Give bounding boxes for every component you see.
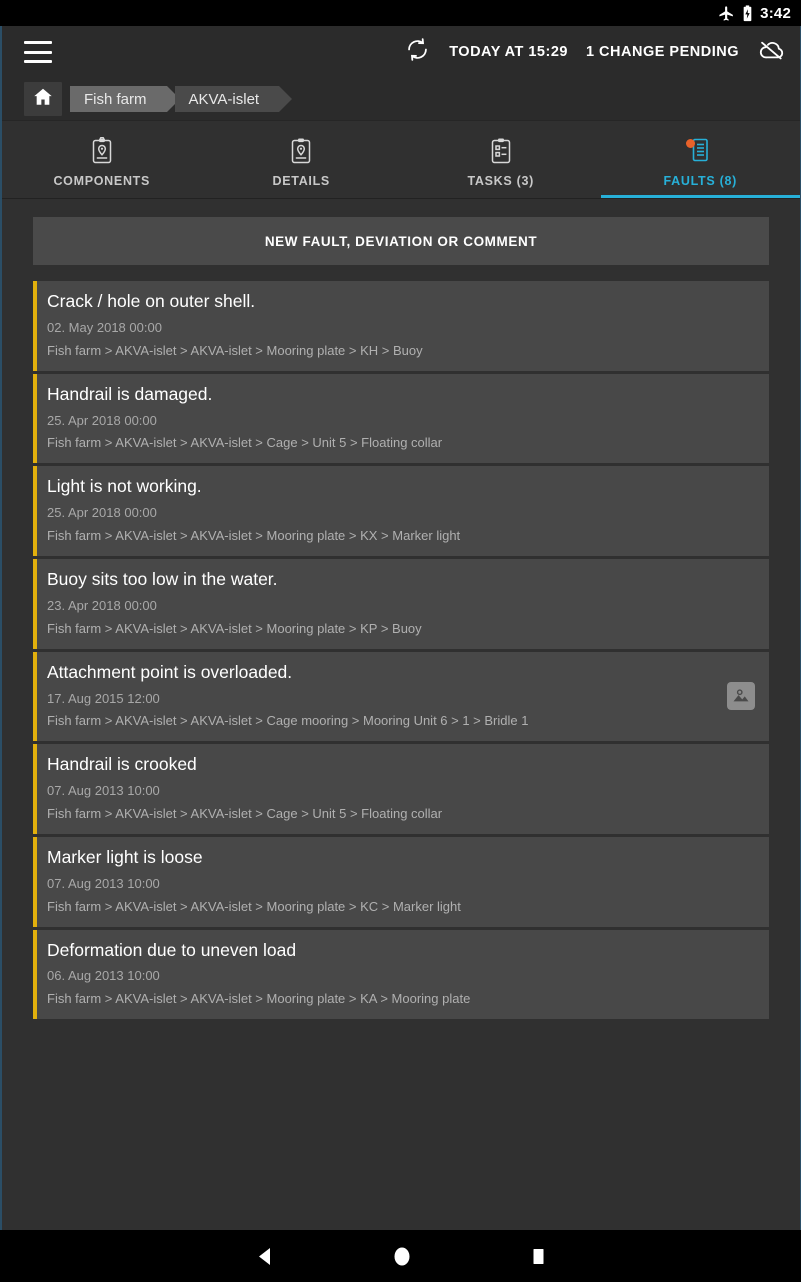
fault-date: 25. Apr 2018 00:00 <box>47 412 157 428</box>
cloud-off-icon[interactable] <box>757 35 786 69</box>
clipboard-pin-icon <box>89 136 115 165</box>
tab-tasks[interactable]: TASKS (3) <box>401 121 601 198</box>
fault-title: Deformation due to uneven load <box>47 939 297 960</box>
fault-list-item[interactable]: Handrail is crooked 07. Aug 2013 10:00 F… <box>33 744 769 834</box>
fault-list-item[interactable]: Handrail is damaged. 25. Apr 2018 00:00 … <box>33 373 769 464</box>
new-fault-button[interactable]: NEW FAULT, DEVIATION OR COMMENT <box>33 217 769 265</box>
sync-icon[interactable] <box>404 36 431 68</box>
fault-path: Fish farm > AKVA-islet > AKVA-islet > Ca… <box>47 713 529 729</box>
actionbar-status-group: TODAY AT 15:29 1 CHANGE PENDING <box>404 35 786 69</box>
pending-changes-label: 1 CHANGE PENDING <box>585 44 739 60</box>
fault-path: Fish farm > AKVA-islet > AKVA-islet > Mo… <box>47 342 423 358</box>
back-triangle-icon[interactable] <box>256 1247 273 1266</box>
fault-attachment-image-icon[interactable] <box>727 682 755 711</box>
airplane-mode-icon <box>718 5 735 22</box>
fault-path: Fish farm > AKVA-islet > AKVA-islet > Ca… <box>47 806 443 822</box>
fault-title: Buoy sits too low in the water. <box>47 568 278 589</box>
action-bar: TODAY AT 15:29 1 CHANGE PENDING <box>2 26 800 78</box>
fault-title: Light is not working. <box>47 476 202 497</box>
recents-square-icon[interactable] <box>531 1247 546 1266</box>
fault-date: 17. Aug 2015 12:00 <box>47 690 160 706</box>
tab-label-details: DETAILS <box>272 174 330 188</box>
status-bar-clock: 3:42 <box>760 4 791 22</box>
fault-date: 25. Apr 2018 00:00 <box>47 505 157 521</box>
fault-title: Marker light is loose <box>47 846 203 867</box>
hamburger-menu-icon[interactable] <box>24 41 52 63</box>
fault-date: 06. Aug 2013 10:00 <box>47 968 160 984</box>
tab-label-tasks: TASKS (3) <box>467 174 534 188</box>
status-bar: 3:42 <box>0 0 801 26</box>
breadcrumb: Fish farm AKVA-islet <box>2 78 800 121</box>
fault-date: 23. Apr 2018 00:00 <box>47 597 157 613</box>
fault-path: Fish farm > AKVA-islet > AKVA-islet > Ca… <box>47 435 443 451</box>
fault-list-item[interactable]: Buoy sits too low in the water. 23. Apr … <box>33 558 769 649</box>
fault-list-item[interactable]: Attachment point is overloaded. 17. Aug … <box>33 651 769 742</box>
breadcrumb-item-fish-farm[interactable]: Fish farm <box>70 86 179 112</box>
fault-title: Attachment point is overloaded. <box>47 661 293 682</box>
fault-path: Fish farm > AKVA-islet > AKVA-islet > Mo… <box>47 898 461 914</box>
tab-underline-faults <box>600 195 800 198</box>
clipboard-pin-icon <box>288 137 314 165</box>
fault-path: Fish farm > AKVA-islet > AKVA-islet > Mo… <box>47 991 471 1007</box>
home-icon <box>32 86 54 113</box>
tab-underline-details <box>202 195 402 198</box>
fault-title: Crack / hole on outer shell. <box>47 291 256 311</box>
fault-title: Handrail is crooked <box>47 754 197 775</box>
tab-faults[interactable]: FAULTS (8) <box>600 121 800 198</box>
fault-date: 07. Aug 2013 10:00 <box>47 875 160 891</box>
fault-title: Handrail is damaged. <box>47 383 213 404</box>
fault-list: Crack / hole on outer shell. 02. May 201… <box>2 281 800 1020</box>
fault-path: Fish farm > AKVA-islet > AKVA-islet > Mo… <box>47 528 461 544</box>
tab-label-faults: FAULTS (8) <box>663 174 737 188</box>
faults-panel: NEW FAULT, DEVIATION OR COMMENT Crack / … <box>2 199 800 1230</box>
app-window: TODAY AT 15:29 1 CHANGE PENDING Fish far… <box>0 26 801 1230</box>
fault-document-icon <box>686 137 713 165</box>
tab-bar: COMPONENTS DETAILS TASKS (3) FAULTS (8) <box>2 121 800 199</box>
android-device-screen: 3:42 TODAY AT 15:29 1 CHANGE PENDING Fis… <box>0 0 801 1282</box>
fault-list-item[interactable]: Light is not working. 25. Apr 2018 00:00… <box>33 466 769 556</box>
fault-list-item[interactable]: Deformation due to uneven load 06. Aug 2… <box>33 929 769 1020</box>
breadcrumb-item-akva-islet[interactable]: AKVA-islet <box>174 86 292 112</box>
breadcrumb-home-button[interactable] <box>24 82 62 116</box>
fault-list-item[interactable]: Crack / hole on outer shell. 02. May 201… <box>33 281 769 371</box>
clipboard-checklist-icon <box>488 137 514 165</box>
tab-label-components: COMPONENTS <box>53 174 151 188</box>
home-circle-icon[interactable] <box>393 1246 411 1267</box>
tab-underline-components <box>2 195 202 198</box>
sync-time-label: TODAY AT 15:29 <box>449 44 568 60</box>
fault-path: Fish farm > AKVA-islet > AKVA-islet > Mo… <box>47 620 422 636</box>
fault-date: 02. May 2018 00:00 <box>47 319 162 335</box>
battery-charging-icon <box>742 4 753 22</box>
tab-underline-tasks <box>401 195 601 198</box>
android-navigation-bar <box>0 1230 801 1282</box>
tab-details[interactable]: DETAILS <box>202 121 402 198</box>
tab-components[interactable]: COMPONENTS <box>2 121 202 198</box>
fault-list-item[interactable]: Marker light is loose 07. Aug 2013 10:00… <box>33 836 769 927</box>
fault-date: 07. Aug 2013 10:00 <box>47 783 160 799</box>
